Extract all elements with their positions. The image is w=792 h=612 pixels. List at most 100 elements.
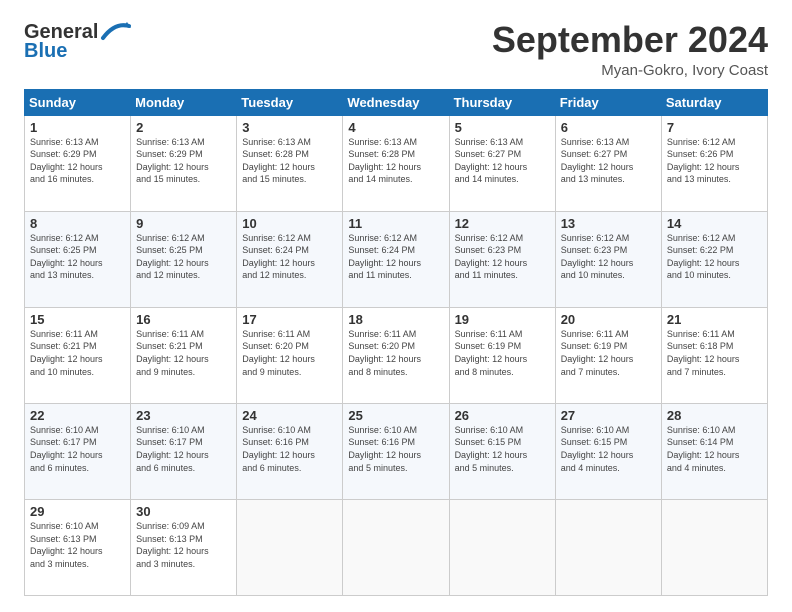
day-number: 15 [30, 312, 125, 327]
day-number: 2 [136, 120, 231, 135]
calendar-cell: 1Sunrise: 6:13 AMSunset: 6:29 PMDaylight… [25, 115, 131, 211]
day-info: Sunrise: 6:09 AMSunset: 6:13 PMDaylight:… [136, 520, 231, 570]
calendar-cell: 29Sunrise: 6:10 AMSunset: 6:13 PMDayligh… [25, 499, 131, 595]
title-block: September 2024 Myan-Gokro, Ivory Coast [492, 20, 768, 79]
day-info: Sunrise: 6:13 AMSunset: 6:29 PMDaylight:… [136, 136, 231, 186]
day-number: 30 [136, 504, 231, 519]
page: General Blue September 2024 Myan-Gokro, … [0, 0, 792, 612]
calendar-cell: 17Sunrise: 6:11 AMSunset: 6:20 PMDayligh… [237, 307, 343, 403]
logo-blue-text: Blue [24, 40, 67, 63]
day-number: 3 [242, 120, 337, 135]
calendar-cell: 25Sunrise: 6:10 AMSunset: 6:16 PMDayligh… [343, 403, 449, 499]
day-number: 29 [30, 504, 125, 519]
calendar-table: Sunday Monday Tuesday Wednesday Thursday… [24, 89, 768, 596]
day-info: Sunrise: 6:11 AMSunset: 6:19 PMDaylight:… [561, 328, 656, 378]
calendar-cell: 16Sunrise: 6:11 AMSunset: 6:21 PMDayligh… [131, 307, 237, 403]
day-number: 23 [136, 408, 231, 423]
calendar-cell: 20Sunrise: 6:11 AMSunset: 6:19 PMDayligh… [555, 307, 661, 403]
calendar-cell: 10Sunrise: 6:12 AMSunset: 6:24 PMDayligh… [237, 211, 343, 307]
day-number: 4 [348, 120, 443, 135]
week-row-4: 22 Sunrise: 6:10 AMSunset: 6:17 PMDayligh… [25, 403, 768, 499]
day-info: Sunrise: 6:13 AMSunset: 6:29 PMDaylight:… [30, 136, 125, 186]
calendar-cell: 4Sunrise: 6:13 AMSunset: 6:28 PMDaylight… [343, 115, 449, 211]
day-number: 28 [667, 408, 762, 423]
week-row-2: 8Sunrise: 6:12 AMSunset: 6:25 PMDaylight… [25, 211, 768, 307]
day-number: 20 [561, 312, 656, 327]
calendar-cell: 24Sunrise: 6:10 AMSunset: 6:16 PMDayligh… [237, 403, 343, 499]
calendar-cell: 21Sunrise: 6:11 AMSunset: 6:18 PMDayligh… [661, 307, 767, 403]
calendar-cell: 13Sunrise: 6:12 AMSunset: 6:23 PMDayligh… [555, 211, 661, 307]
day-info: Sunrise: 6:12 AMSunset: 6:25 PMDaylight:… [136, 232, 231, 282]
logo: General Blue [24, 20, 131, 63]
day-number: 5 [455, 120, 550, 135]
day-info: Sunrise: 6:13 AMSunset: 6:28 PMDaylight:… [348, 136, 443, 186]
day-number: 10 [242, 216, 337, 231]
month-title: September 2024 [492, 20, 768, 60]
calendar-cell: 7Sunrise: 6:12 AMSunset: 6:26 PMDaylight… [661, 115, 767, 211]
day-info: Sunrise: 6:12 AMSunset: 6:22 PMDaylight:… [667, 232, 762, 282]
header-thursday: Thursday [449, 89, 555, 115]
day-number: 21 [667, 312, 762, 327]
calendar-cell: 26Sunrise: 6:10 AMSunset: 6:15 PMDayligh… [449, 403, 555, 499]
day-info: Sunrise: 6:11 AMSunset: 6:20 PMDaylight:… [242, 328, 337, 378]
day-info: Sunrise: 6:12 AMSunset: 6:23 PMDaylight:… [455, 232, 550, 282]
calendar-cell: 3Sunrise: 6:13 AMSunset: 6:28 PMDaylight… [237, 115, 343, 211]
day-info: Sunrise: 6:11 AMSunset: 6:19 PMDaylight:… [455, 328, 550, 378]
calendar-cell: 5Sunrise: 6:13 AMSunset: 6:27 PMDaylight… [449, 115, 555, 211]
day-info: Sunrise: 6:10 AMSunset: 6:13 PMDaylight:… [30, 520, 125, 570]
day-info: Sunrise: 6:12 AMSunset: 6:24 PMDaylight:… [242, 232, 337, 282]
calendar-cell: 30Sunrise: 6:09 AMSunset: 6:13 PMDayligh… [131, 499, 237, 595]
calendar-cell: 2Sunrise: 6:13 AMSunset: 6:29 PMDaylight… [131, 115, 237, 211]
header-tuesday: Tuesday [237, 89, 343, 115]
day-info: Sunrise: 6:12 AMSunset: 6:25 PMDaylight:… [30, 232, 125, 282]
day-info: Sunrise: 6:11 AMSunset: 6:18 PMDaylight:… [667, 328, 762, 378]
week-row-5: 29Sunrise: 6:10 AMSunset: 6:13 PMDayligh… [25, 499, 768, 595]
calendar-cell: 14Sunrise: 6:12 AMSunset: 6:22 PMDayligh… [661, 211, 767, 307]
header: General Blue September 2024 Myan-Gokro, … [24, 20, 768, 79]
calendar-cell: 6Sunrise: 6:13 AMSunset: 6:27 PMDaylight… [555, 115, 661, 211]
calendar-cell: 9Sunrise: 6:12 AMSunset: 6:25 PMDaylight… [131, 211, 237, 307]
calendar-cell: 18Sunrise: 6:11 AMSunset: 6:20 PMDayligh… [343, 307, 449, 403]
calendar-cell: 12Sunrise: 6:12 AMSunset: 6:23 PMDayligh… [449, 211, 555, 307]
logo-icon [99, 20, 131, 44]
day-number: 19 [455, 312, 550, 327]
day-info: Sunrise: 6:13 AMSunset: 6:27 PMDaylight:… [561, 136, 656, 186]
calendar-cell: 28Sunrise: 6:10 AMSunset: 6:14 PMDayligh… [661, 403, 767, 499]
day-info: Sunrise: 6:12 AMSunset: 6:24 PMDaylight:… [348, 232, 443, 282]
calendar-cell [237, 499, 343, 595]
calendar-cell [343, 499, 449, 595]
day-info: Sunrise: 6:11 AMSunset: 6:21 PMDaylight:… [30, 328, 125, 378]
day-info: Sunrise: 6:10 AMSunset: 6:17 PMDaylight:… [136, 424, 231, 474]
day-number: 17 [242, 312, 337, 327]
day-number: 26 [455, 408, 550, 423]
calendar-cell: 22Sunrise: 6:10 AMSunset: 6:17 PMDayligh… [25, 403, 131, 499]
day-info: Sunrise: 6:12 AMSunset: 6:26 PMDaylight:… [667, 136, 762, 186]
calendar-cell [449, 499, 555, 595]
week-row-1: 1Sunrise: 6:13 AMSunset: 6:29 PMDaylight… [25, 115, 768, 211]
weekday-header-row: Sunday Monday Tuesday Wednesday Thursday… [25, 89, 768, 115]
calendar-cell: 11Sunrise: 6:12 AMSunset: 6:24 PMDayligh… [343, 211, 449, 307]
header-friday: Friday [555, 89, 661, 115]
header-monday: Monday [131, 89, 237, 115]
calendar-cell: 8Sunrise: 6:12 AMSunset: 6:25 PMDaylight… [25, 211, 131, 307]
week-row-3: 15Sunrise: 6:11 AMSunset: 6:21 PMDayligh… [25, 307, 768, 403]
day-info: Sunrise: 6:12 AMSunset: 6:23 PMDaylight:… [561, 232, 656, 282]
day-info: Sunrise: 6:10 AMSunset: 6:16 PMDaylight:… [348, 424, 443, 474]
day-info: Sunrise: 6:13 AMSunset: 6:28 PMDaylight:… [242, 136, 337, 186]
day-number: 7 [667, 120, 762, 135]
calendar-cell: 23Sunrise: 6:10 AMSunset: 6:17 PMDayligh… [131, 403, 237, 499]
day-info: Sunrise: 6:13 AMSunset: 6:27 PMDaylight:… [455, 136, 550, 186]
day-number: 1 [30, 120, 125, 135]
header-saturday: Saturday [661, 89, 767, 115]
day-number: 14 [667, 216, 762, 231]
location-title: Myan-Gokro, Ivory Coast [492, 62, 768, 79]
day-number: 25 [348, 408, 443, 423]
day-number: 27 [561, 408, 656, 423]
day-info: Sunrise: 6:10 AMSunset: 6:14 PMDaylight:… [667, 424, 762, 474]
calendar-cell [555, 499, 661, 595]
day-number: 18 [348, 312, 443, 327]
day-number: 9 [136, 216, 231, 231]
day-info: Sunrise: 6:10 AMSunset: 6:15 PMDaylight:… [561, 424, 656, 474]
day-number: 22 [30, 408, 125, 423]
day-number: 8 [30, 216, 125, 231]
